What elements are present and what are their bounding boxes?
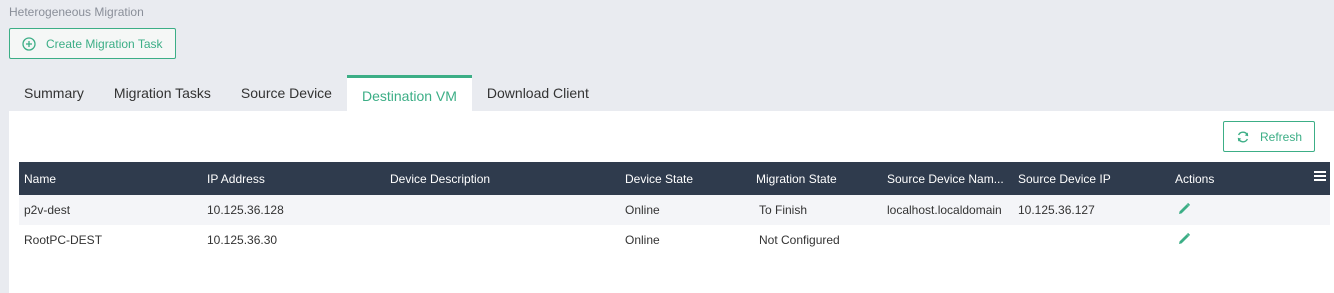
tab-label: Source Device [240, 85, 332, 101]
cell-device-state: Online [625, 203, 660, 217]
cell-migration-state: Not Configured [759, 233, 840, 247]
column-menu-icon[interactable] [1314, 170, 1326, 182]
column-header[interactable]: Migration State [751, 172, 882, 186]
column-header[interactable]: Source Device IP [1013, 172, 1170, 186]
cell-ip-address: 10.125.36.30 [207, 233, 278, 247]
content-panel: Refresh Name IP Address Device Descripti… [9, 111, 1334, 293]
tab-source-device[interactable]: Source Device [226, 75, 347, 111]
tab-label: Destination VM [361, 88, 457, 104]
cell-device-state: Online [625, 233, 660, 247]
column-header: Actions [1175, 171, 1215, 186]
plus-circle-icon [22, 36, 36, 51]
cell-name: p2v-dest [24, 203, 71, 217]
cell-source-device-name: localhost.localdomain [887, 203, 1002, 217]
tab-bar: Summary Migration Tasks Source Device De… [9, 75, 604, 111]
refresh-label: Refresh [1260, 129, 1303, 144]
cell-name: RootPC-DEST [24, 233, 103, 247]
create-migration-task-label: Create Migration Task [46, 36, 163, 51]
tab-download-client[interactable]: Download Client [472, 75, 604, 111]
tab-label: Migration Tasks [113, 85, 211, 101]
column-header[interactable]: Device State [620, 172, 751, 186]
destination-vm-table: Name IP Address Device Description Devic… [19, 162, 1330, 255]
refresh-icon [1236, 130, 1250, 144]
tab-migration-tasks[interactable]: Migration Tasks [99, 75, 226, 111]
cell-actions [1170, 202, 1320, 219]
tab-label: Download Client [486, 85, 589, 101]
edit-icon[interactable] [1177, 232, 1191, 246]
page-title: Heterogeneous Migration [9, 5, 144, 19]
cell-ip-address: 10.125.36.128 [207, 203, 284, 217]
cell-migration-state: To Finish [759, 203, 808, 217]
column-header[interactable]: Name [19, 172, 202, 186]
column-header[interactable]: IP Address [202, 172, 385, 186]
tab-label: Summary [24, 85, 84, 101]
tab-destination-vm[interactable]: Destination VM [346, 75, 472, 111]
edit-icon[interactable] [1177, 202, 1191, 216]
table-row[interactable]: p2v-dest 10.125.36.128 Online To Finish … [19, 195, 1330, 225]
table-row[interactable]: RootPC-DEST 10.125.36.30 Online Not Conf… [19, 225, 1330, 255]
cell-source-device-ip: 10.125.36.127 [1018, 203, 1095, 217]
column-header[interactable]: Device Description [385, 172, 620, 186]
tab-summary[interactable]: Summary [9, 75, 99, 111]
refresh-button[interactable]: Refresh [1223, 121, 1315, 152]
column-header[interactable]: Source Device Nam... [882, 172, 1013, 186]
create-migration-task-button[interactable]: Create Migration Task [9, 28, 176, 59]
cell-actions [1170, 232, 1320, 249]
table-header: Name IP Address Device Description Devic… [19, 162, 1330, 195]
